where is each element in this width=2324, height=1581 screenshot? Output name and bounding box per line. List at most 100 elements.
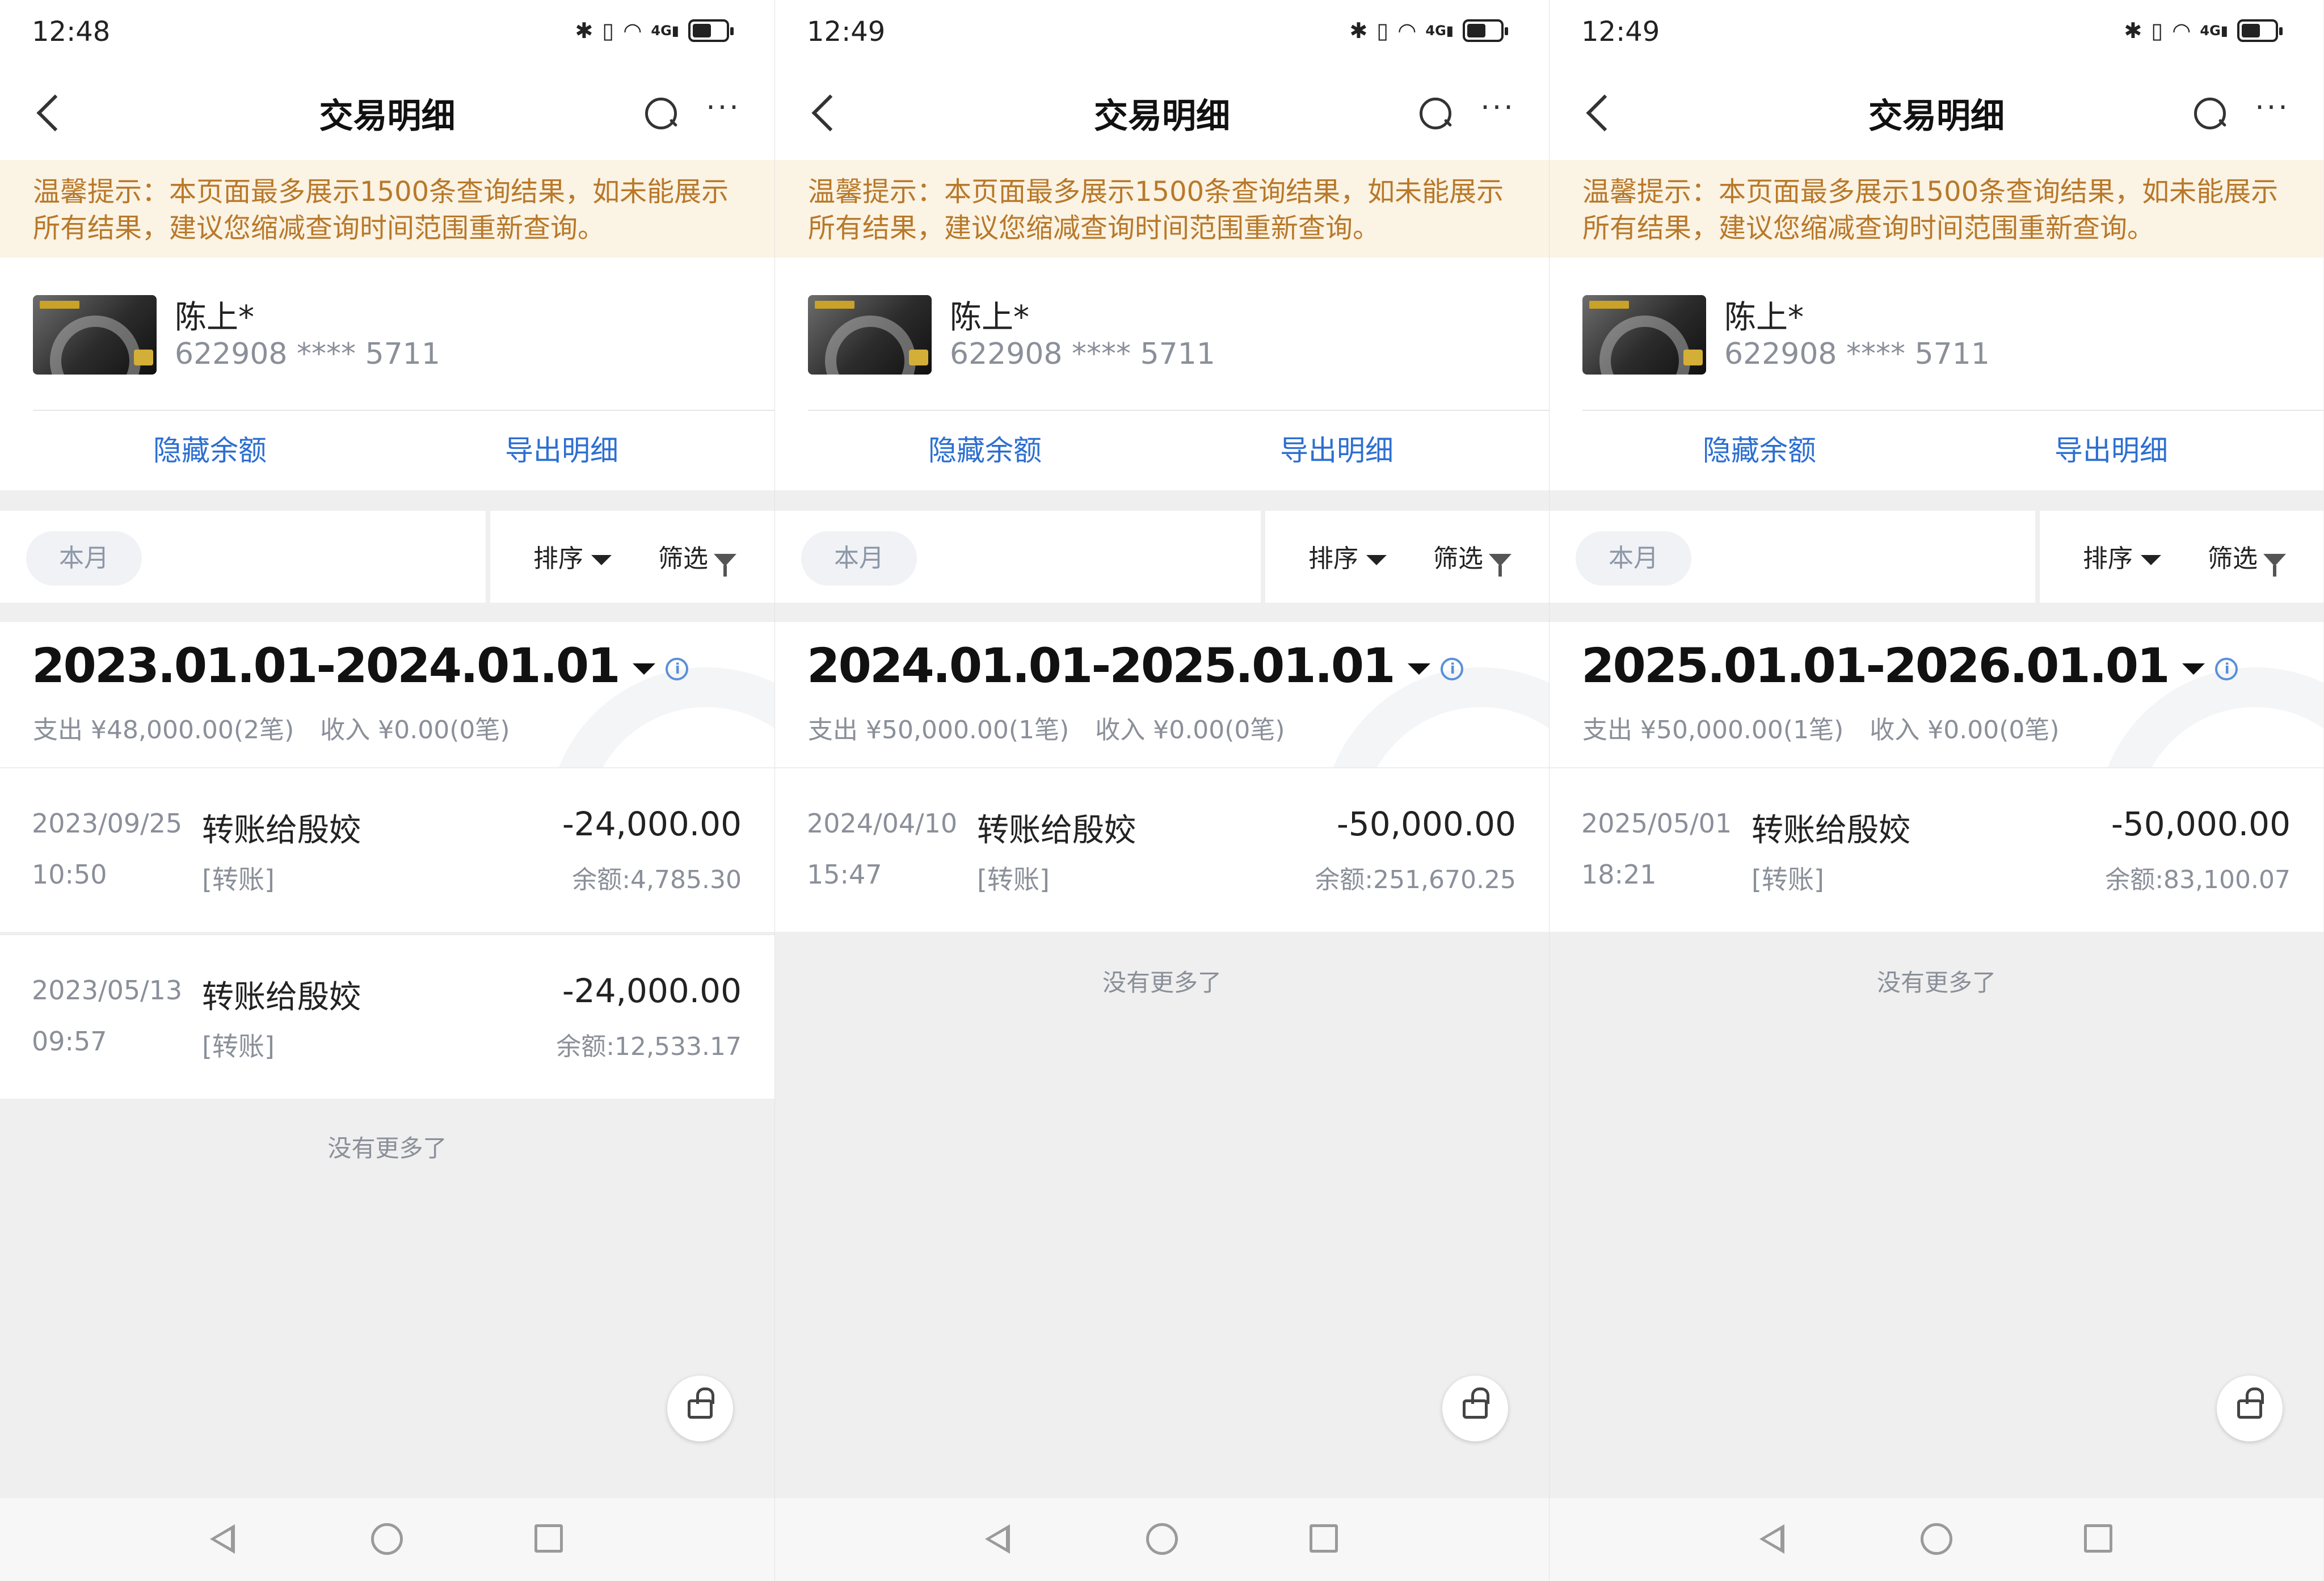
phone-screen-1: 12:48 ✱ ▯ ◠ 4G▮ 交易明细 ··· 温馨提示：本页面最多展示150… xyxy=(0,0,774,1581)
nav-bar: 交易明细 ··· xyxy=(0,62,774,160)
filter-button[interactable]: 筛选 xyxy=(2208,538,2286,577)
nav-recent-icon[interactable] xyxy=(534,1524,563,1553)
info-icon[interactable]: i xyxy=(1440,658,1463,681)
screens-container: 12:48 ✱ ▯ ◠ 4G▮ 交易明细 ··· 温馨提示：本页面最多展示150… xyxy=(0,0,2324,1581)
transaction-row[interactable]: 2023/05/13 09:57 转账给殷姣 [转账] -24,000.00 余… xyxy=(0,934,774,1099)
hide-balance-button[interactable]: 隐藏余额 xyxy=(91,428,329,469)
account-name: 陈上* xyxy=(950,299,1029,336)
sort-button[interactable]: 排序 xyxy=(2083,538,2161,574)
this-month-chip[interactable]: 本月 xyxy=(801,531,917,586)
export-details-button[interactable]: 导出明细 xyxy=(1218,428,1456,469)
hide-balance-button[interactable]: 隐藏余额 xyxy=(866,428,1104,469)
lock-float-button[interactable] xyxy=(667,1376,733,1441)
search-icon[interactable] xyxy=(644,96,678,131)
filter-left-panel: 本月 xyxy=(775,511,1261,603)
transaction-row[interactable]: 2025/05/01 18:21 转账给殷姣 [转账] -50,000.00 余… xyxy=(1550,767,2323,932)
info-icon[interactable]: i xyxy=(2214,658,2238,681)
sort-caret-icon xyxy=(1366,555,1387,565)
sort-button[interactable]: 排序 xyxy=(1308,538,1387,574)
status-icons: ✱ ▯ ◠ 4G▮ xyxy=(2124,18,2283,43)
transaction-time: 18:21 xyxy=(1581,859,1657,890)
phone-screen-3: 12:49 ✱ ▯ ◠ 4G▮ 交易明细 ··· 温馨提示：本页面最多展示150… xyxy=(1549,0,2323,1581)
signal-4g-icon: 4G▮ xyxy=(651,23,679,39)
filter-button[interactable]: 筛选 xyxy=(1433,538,1512,577)
nav-home-icon[interactable] xyxy=(1146,1523,1178,1555)
this-month-chip[interactable]: 本月 xyxy=(26,531,142,586)
transaction-balance: 余额:83,100.07 xyxy=(2105,865,2291,894)
income-total: 收入 ¥0.00(0笔) xyxy=(320,716,510,745)
transaction-type: [转账] xyxy=(202,864,275,895)
nav-bar: 交易明细 ··· xyxy=(1550,62,2323,160)
funnel-icon xyxy=(714,554,736,577)
expense-total: 支出 ¥48,000.00(2笔) xyxy=(33,716,294,745)
bluetooth-icon: ✱ xyxy=(2124,18,2142,43)
filter-right-panel: 排序 筛选 xyxy=(1265,511,1549,603)
wifi-icon: ◠ xyxy=(2172,18,2191,43)
sort-caret-icon xyxy=(2141,555,2161,565)
bank-card-image xyxy=(808,295,932,375)
no-more-text: 没有更多了 xyxy=(1102,969,1222,996)
bank-logo xyxy=(40,301,79,309)
lock-icon xyxy=(2237,1387,2264,1419)
nav-back-icon[interactable] xyxy=(210,1524,235,1554)
status-bar: 12:49 ✱ ▯ ◠ 4G▮ xyxy=(1550,0,2323,62)
filter-right-panel: 排序 筛选 xyxy=(490,511,774,603)
nav-home-icon[interactable] xyxy=(1921,1523,1952,1555)
search-icon[interactable] xyxy=(1418,96,1452,131)
search-icon[interactable] xyxy=(2193,96,2227,131)
card-chip xyxy=(1683,350,1703,365)
more-icon[interactable]: ··· xyxy=(2250,93,2295,125)
transaction-amount: -50,000.00 xyxy=(2111,805,2291,843)
system-nav-bar xyxy=(775,1498,1549,1581)
nav-recent-icon[interactable] xyxy=(1310,1524,1338,1553)
sort-button[interactable]: 排序 xyxy=(533,538,612,574)
lock-icon xyxy=(688,1387,714,1419)
transaction-row[interactable]: 2023/09/25 10:50 转账给殷姣 [转账] -24,000.00 余… xyxy=(0,767,774,932)
transaction-date: 2023/05/13 xyxy=(32,975,183,1006)
nav-home-icon[interactable] xyxy=(371,1523,403,1555)
transaction-type: [转账] xyxy=(202,1031,275,1062)
card-chip xyxy=(134,350,153,365)
status-bar: 12:48 ✱ ▯ ◠ 4G▮ xyxy=(0,0,774,62)
range-caret-icon xyxy=(632,663,655,675)
export-details-button[interactable]: 导出明细 xyxy=(1992,428,2230,469)
transaction-title: 转账给殷姣 xyxy=(202,812,361,849)
nav-bar: 交易明细 ··· xyxy=(775,62,1549,160)
date-range-selector[interactable]: 2024.01.01-2025.01.01 i xyxy=(807,638,1463,693)
transaction-date: 2024/04/10 xyxy=(807,808,958,839)
vibrate-icon: ▯ xyxy=(2151,18,2163,43)
status-bar: 12:49 ✱ ▯ ◠ 4G▮ xyxy=(775,0,1549,62)
wifi-icon: ◠ xyxy=(1397,18,1417,43)
date-range: 2025.01.01-2026.01.01 xyxy=(1581,638,2170,693)
nav-back-icon[interactable] xyxy=(985,1524,1010,1554)
nav-back-icon[interactable] xyxy=(1759,1524,1784,1554)
transaction-row[interactable]: 2024/04/10 15:47 转账给殷姣 [转账] -50,000.00 余… xyxy=(775,767,1549,932)
card-chip xyxy=(909,350,928,365)
filter-right-panel: 排序 筛选 xyxy=(2040,511,2323,603)
filter-bar: 本月 排序 筛选 xyxy=(775,511,1549,603)
divider xyxy=(1582,410,2323,411)
nav-recent-icon[interactable] xyxy=(2084,1524,2112,1553)
wifi-icon: ◠ xyxy=(623,18,642,43)
transaction-amount: -24,000.00 xyxy=(562,972,742,1010)
more-icon[interactable]: ··· xyxy=(1475,93,1521,125)
range-caret-icon xyxy=(2182,663,2205,675)
hide-balance-button[interactable]: 隐藏余额 xyxy=(1640,428,1879,469)
system-nav-bar xyxy=(1550,1498,2323,1581)
this-month-chip[interactable]: 本月 xyxy=(1576,531,1691,586)
date-range-selector[interactable]: 2025.01.01-2026.01.01 i xyxy=(1581,638,2238,693)
filter-button[interactable]: 筛选 xyxy=(658,538,736,577)
transaction-time: 10:50 xyxy=(32,859,107,890)
status-time: 12:48 xyxy=(32,16,111,48)
date-range-selector[interactable]: 2023.01.01-2024.01.01 i xyxy=(32,638,688,693)
account-panel: 陈上* 622908 **** 5711 隐藏余额 导出明细 xyxy=(1550,258,2323,490)
lock-float-button[interactable] xyxy=(2217,1376,2283,1441)
info-icon[interactable]: i xyxy=(665,658,688,681)
lock-float-button[interactable] xyxy=(1442,1376,1508,1441)
account-number: 622908 **** 5711 xyxy=(1724,337,1990,371)
notice-banner: 温馨提示：本页面最多展示1500条查询结果，如未能展示所有结果，建议您缩减查询时… xyxy=(0,160,774,258)
funnel-icon xyxy=(2263,554,2286,577)
export-details-button[interactable]: 导出明细 xyxy=(443,428,681,469)
more-icon[interactable]: ··· xyxy=(701,93,746,125)
transaction-balance: 余额:4,785.30 xyxy=(572,865,742,894)
